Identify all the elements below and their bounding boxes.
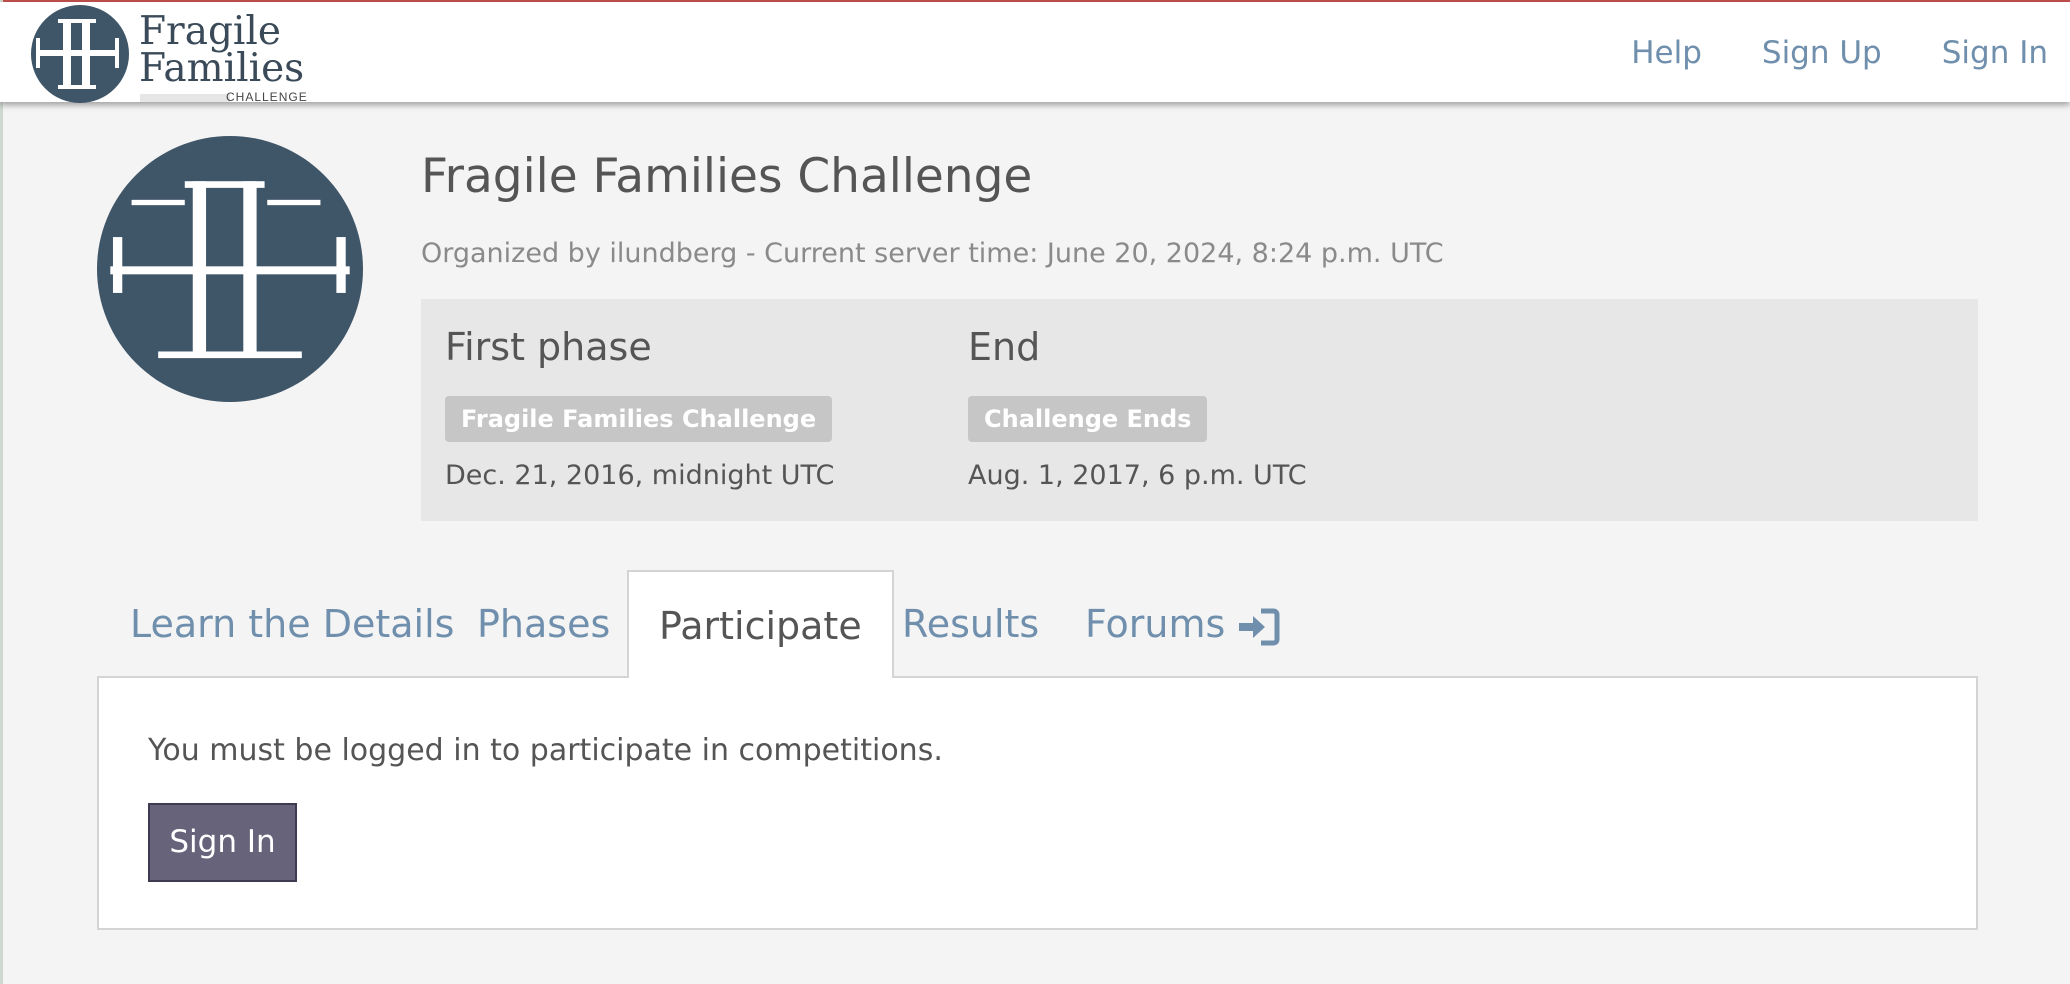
nav-help-link[interactable]: Help (1631, 38, 1702, 69)
phase-date: Aug. 1, 2017, 6 p.m. UTC (968, 460, 1307, 491)
nav-signin-link[interactable]: Sign In (1942, 38, 2048, 69)
phases-box: First phase Fragile Families Challenge D… (421, 299, 1978, 521)
competition-title: Fragile Families Challenge (421, 149, 1033, 204)
competition-tabs: Learn the Details Phases Participate Res… (97, 570, 1977, 678)
tab-learn-details[interactable]: Learn the Details (130, 570, 454, 678)
brand-logo-link[interactable]: Fragile Families CHALLENGE (30, 4, 310, 104)
signin-button[interactable]: Sign In (148, 803, 297, 882)
brand-line2: Families (139, 46, 305, 91)
brand-underline (140, 94, 230, 102)
sign-in-icon (1239, 608, 1280, 645)
nav-signup-link[interactable]: Sign Up (1762, 38, 1882, 69)
competition-logo (97, 136, 363, 402)
login-required-message: You must be logged in to participate in … (148, 733, 943, 768)
phase-date: Dec. 21, 2016, midnight UTC (445, 460, 835, 491)
tab-participate[interactable]: Participate (627, 570, 894, 678)
tab-phases[interactable]: Phases (477, 570, 610, 678)
tab-forums-label: Forums (1085, 602, 1226, 646)
tab-results[interactable]: Results (902, 570, 1039, 678)
top-nav: Help Sign Up Sign In (1631, 38, 2048, 69)
brand-subtitle: CHALLENGE (226, 90, 308, 104)
phase-badge: Challenge Ends (968, 396, 1208, 442)
organizer-line: Organized by ilundberg - Current server … (421, 238, 1444, 269)
phase-badge: Fragile Families Challenge (445, 396, 833, 442)
phase-name: End (968, 325, 1041, 369)
ff-logo-icon (31, 5, 129, 103)
left-edge-line (0, 0, 3, 984)
tab-forums[interactable]: Forums (1085, 570, 1281, 678)
phase-name: First phase (445, 325, 652, 369)
site-header: Fragile Families CHALLENGE Help Sign Up … (0, 2, 2070, 104)
participate-panel: You must be logged in to participate in … (97, 676, 1978, 930)
